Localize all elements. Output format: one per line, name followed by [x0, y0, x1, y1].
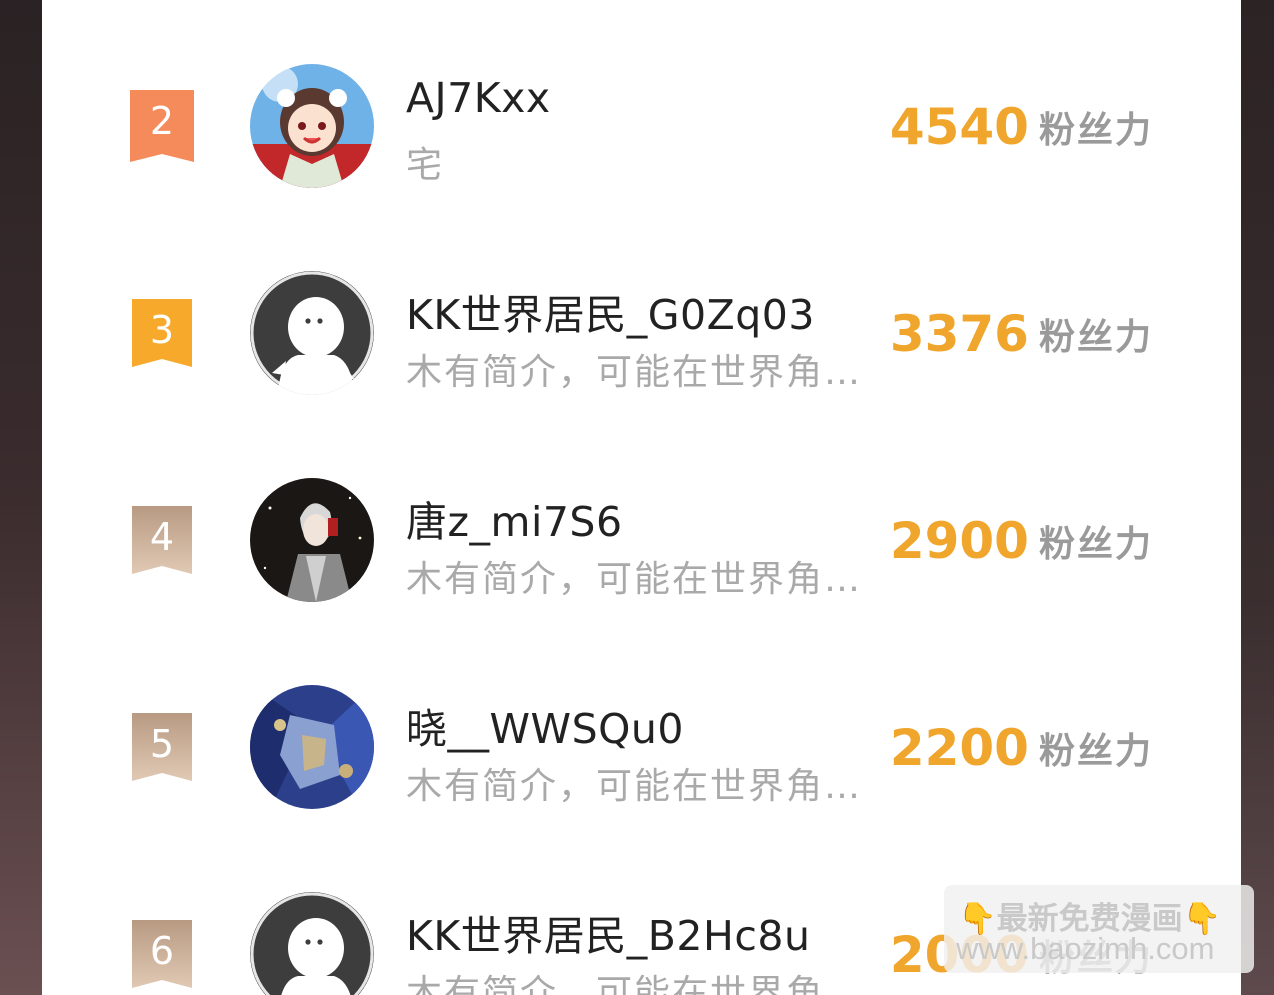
rank-number: 4	[149, 515, 175, 559]
user-avatar[interactable]	[250, 64, 374, 188]
ranking-row[interactable]: 2 AJ7Kxx 宅 4540 粉丝力	[42, 36, 1241, 216]
fans-score: 2900 粉丝力	[890, 512, 1153, 570]
rank-badge: 5	[130, 713, 194, 781]
rank-number: 3	[149, 308, 175, 352]
user-bio: 宅	[406, 145, 445, 186]
user-avatar[interactable]	[250, 685, 374, 809]
rank-badge: 6	[130, 920, 194, 988]
fans-ranking-list: 2 AJ7Kxx 宅 4540 粉丝力 3 KK世界居民_G0Zq03 木有简介…	[42, 0, 1241, 995]
rank-number: 6	[149, 929, 175, 973]
rank-number: 2	[149, 99, 175, 143]
fans-score: 3376 粉丝力	[890, 305, 1153, 363]
watermark-url: www.baozimh.com	[956, 931, 1215, 966]
user-bio: 木有简介，可能在世界角…	[406, 973, 863, 995]
user-name[interactable]: KK世界居民_G0Zq03	[406, 281, 815, 341]
ranking-row[interactable]: 3 KK世界居民_G0Zq03 木有简介，可能在世界角… 3376 粉丝力	[42, 243, 1241, 423]
fans-unit-label: 粉丝力	[1038, 731, 1153, 772]
user-avatar[interactable]	[250, 271, 374, 395]
rank-badge: 4	[130, 506, 194, 574]
fans-score: 2200 粉丝力	[890, 719, 1153, 777]
background-left	[0, 0, 42, 995]
fans-number: 4540	[889, 98, 1029, 156]
user-name[interactable]: AJ7Kxx	[406, 74, 551, 122]
user-avatar[interactable]	[250, 892, 374, 995]
fans-number: 2200	[889, 719, 1029, 777]
user-name[interactable]: 晓__WWSQu0	[406, 695, 684, 755]
rank-number: 5	[149, 722, 175, 766]
user-name[interactable]: 唐z_mi7S6	[406, 488, 623, 548]
fans-unit-label: 粉丝力	[1038, 524, 1153, 565]
fans-unit-label: 粉丝力	[1038, 110, 1153, 151]
user-bio: 木有简介，可能在世界角…	[406, 352, 863, 393]
background-right	[1241, 0, 1274, 995]
fans-score: 4540 粉丝力	[890, 98, 1153, 156]
user-bio: 木有简介，可能在世界角…	[406, 766, 863, 807]
user-avatar[interactable]	[250, 478, 374, 602]
fans-unit-label: 粉丝力	[1038, 317, 1153, 358]
ranking-row[interactable]: 5 晓__WWSQu0 木有简介，可能在世界角… 2200 粉丝力	[42, 657, 1241, 837]
fans-number: 3376	[889, 305, 1029, 363]
watermark-overlay: 👇最新免费漫画👇 www.baozimh.com	[944, 885, 1254, 973]
ranking-row[interactable]: 4 唐z_mi7S6 木有简介，可能在世界角… 2900 粉丝力	[42, 450, 1241, 630]
rank-badge: 2	[130, 90, 194, 162]
user-bio: 木有简介，可能在世界角…	[406, 559, 863, 600]
rank-badge: 3	[130, 299, 194, 367]
fans-number: 2900	[889, 512, 1029, 570]
user-name[interactable]: KK世界居民_B2Hc8u	[406, 902, 810, 962]
